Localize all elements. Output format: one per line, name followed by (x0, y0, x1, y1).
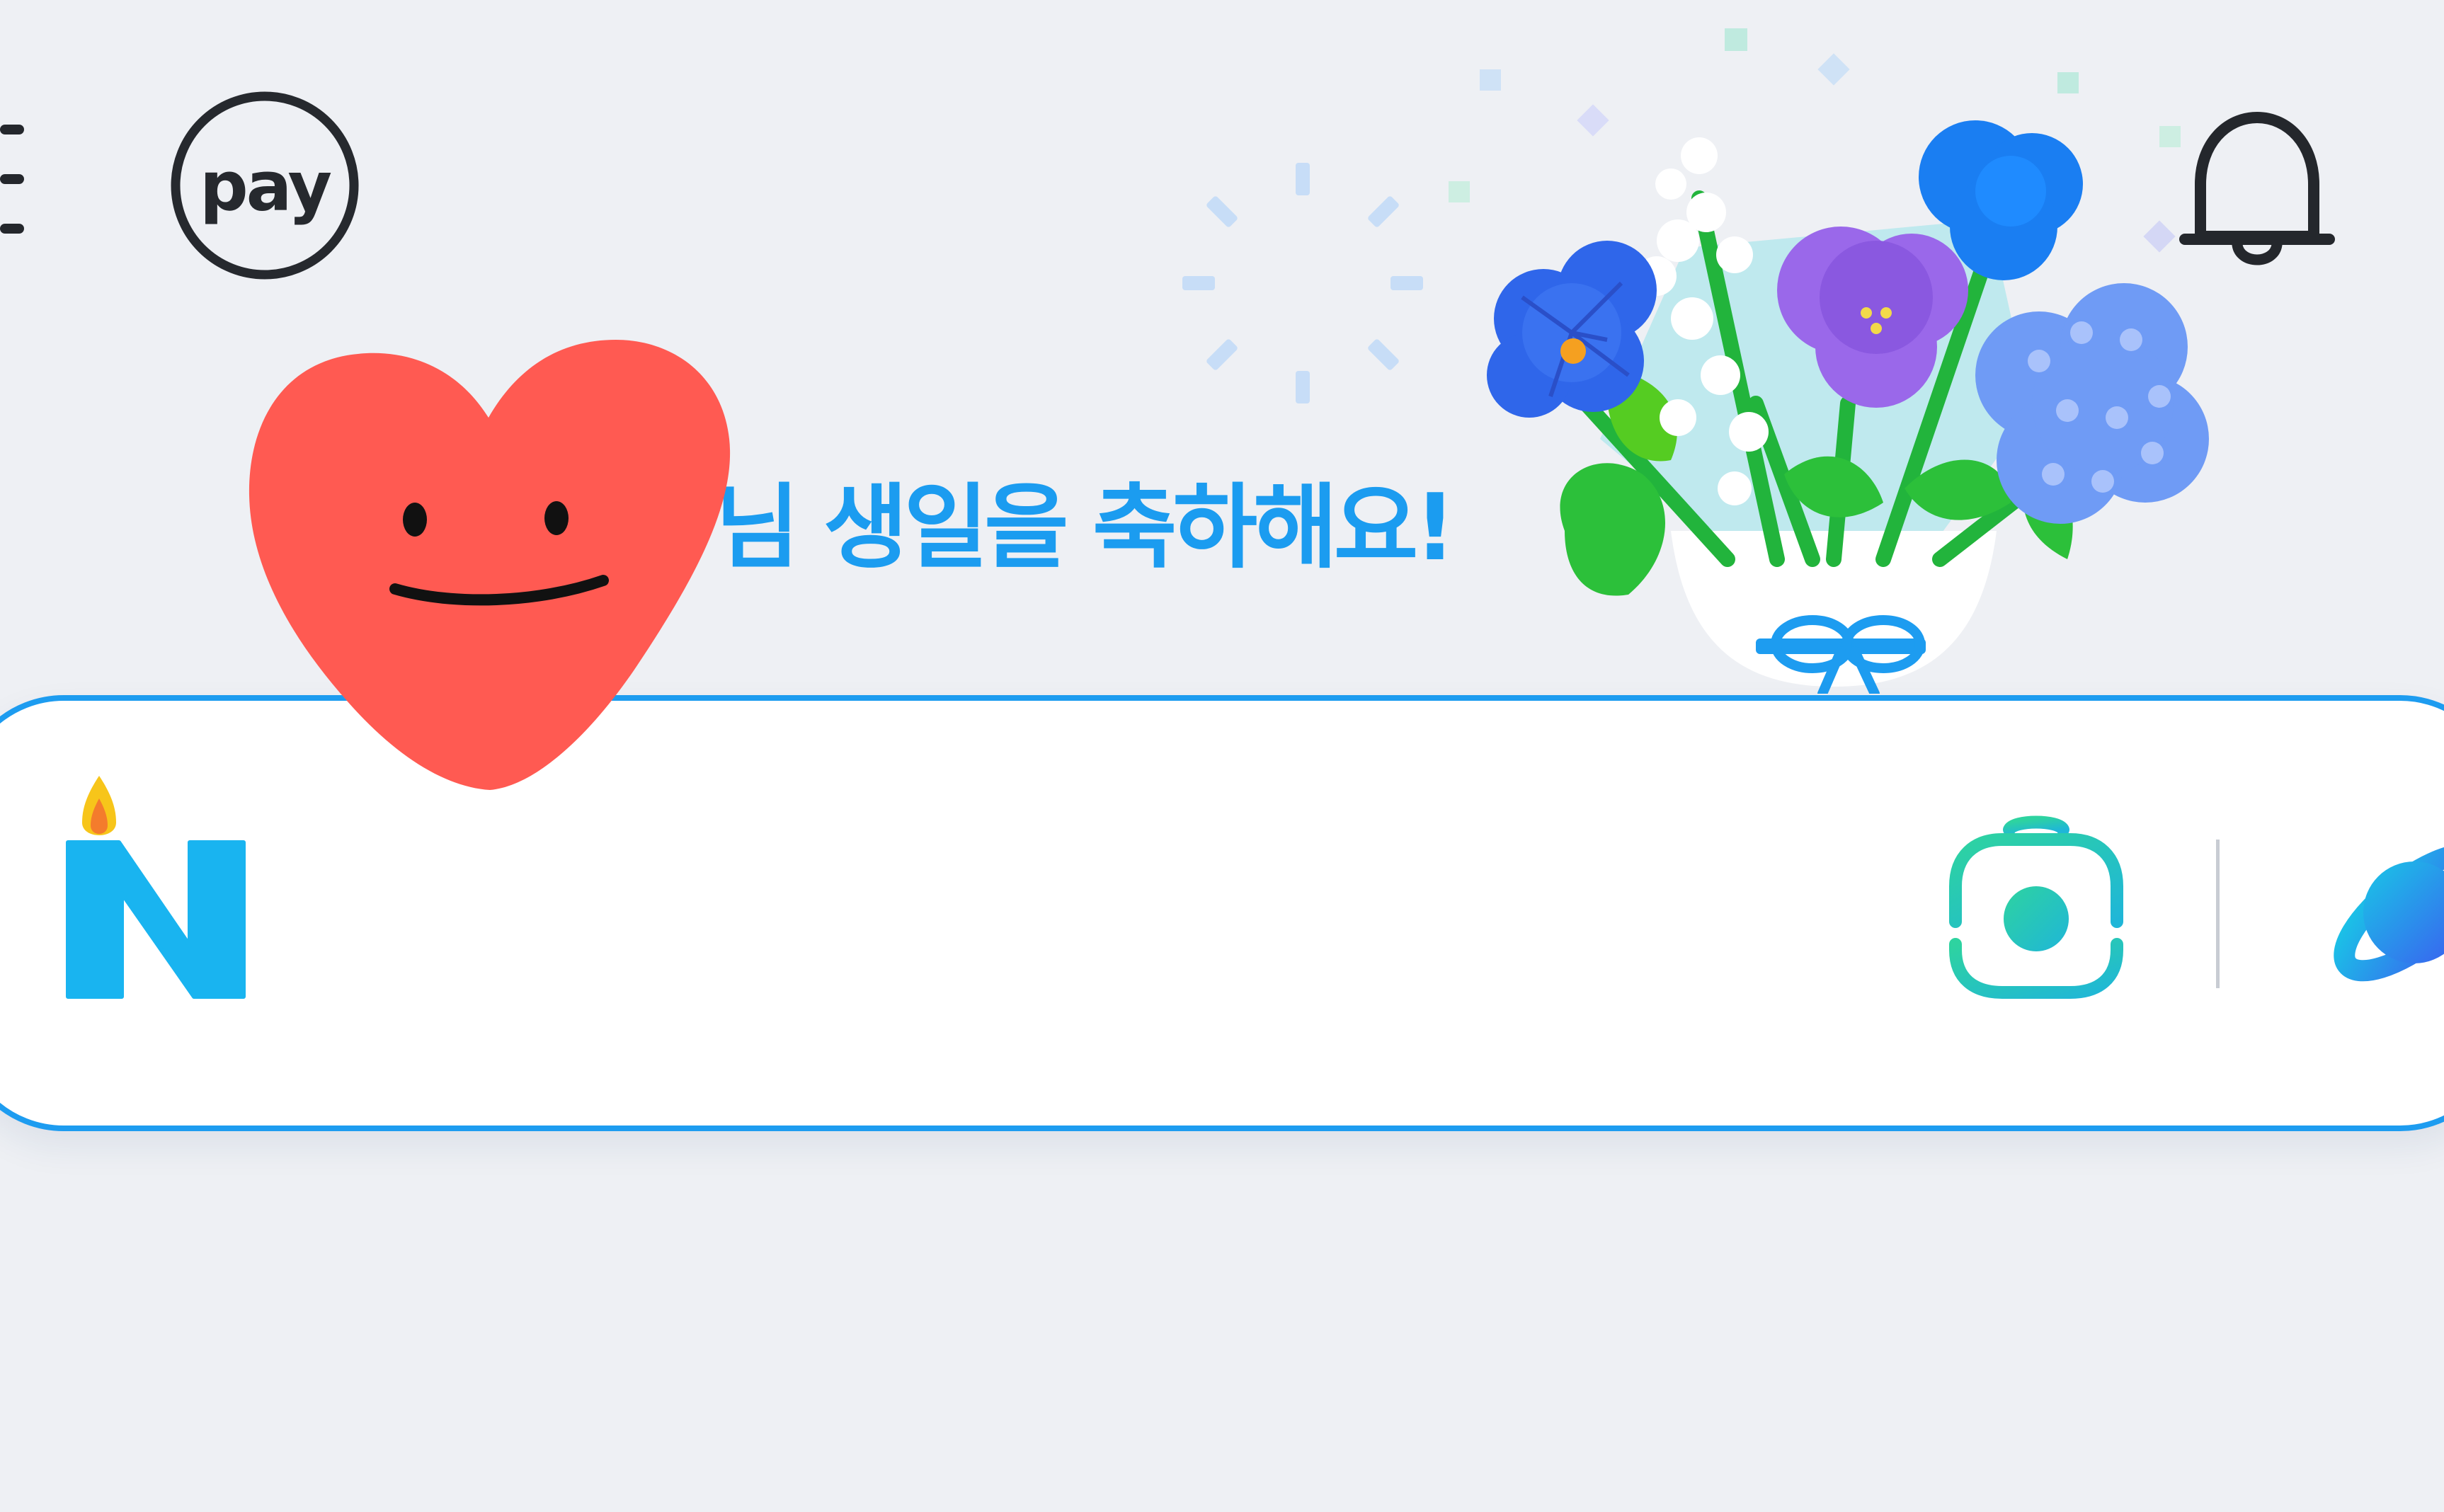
pay-button[interactable]: pay (167, 88, 362, 283)
hamburger-menu-icon (0, 125, 24, 234)
naver-birthday-candle-logo-icon (66, 776, 246, 999)
lens-search-button[interactable] (1946, 815, 2127, 1002)
ai-search-button[interactable] (2322, 824, 2444, 1001)
search-bar-divider (2216, 840, 2220, 988)
flower-bouquet-illustration (1444, 106, 2223, 694)
heart-sticker (241, 333, 743, 800)
search-input[interactable] (289, 842, 1849, 985)
sparkle-burst-decoration (1161, 142, 1444, 425)
menu-button[interactable] (0, 113, 28, 255)
naver-home-logo[interactable] (64, 769, 248, 1005)
smiling-heart-icon (249, 340, 731, 790)
pay-label: pay (200, 147, 331, 226)
birthday-greeting: 님 생일을 축하해요! (715, 474, 1456, 581)
pay-icon: pay (171, 91, 359, 280)
ai-planet-icon (2334, 843, 2444, 982)
camera-lens-search-icon (1949, 815, 2123, 999)
